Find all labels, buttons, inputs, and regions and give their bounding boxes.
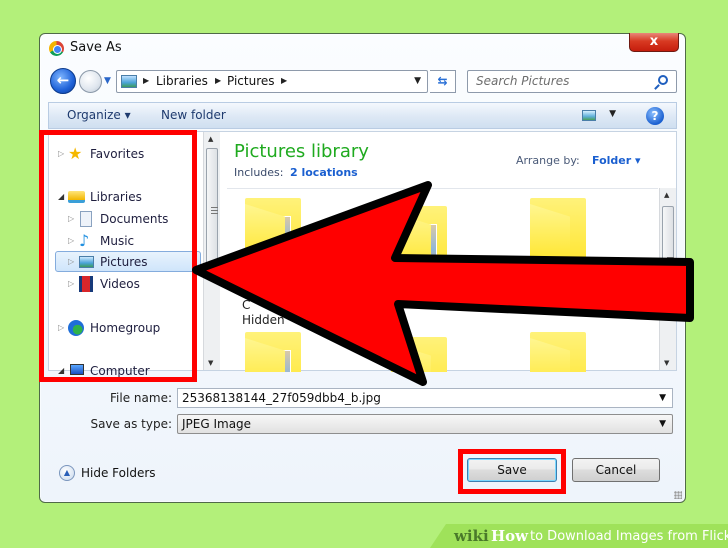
scroll-up-icon[interactable]: ▲: [664, 191, 669, 199]
navigation-bar: ← ▼ ▶ Libraries ▶ Pictures ▶ ▼ ⇆ Search …: [48, 67, 677, 95]
banner-title: to Download Images from Flickr: [530, 529, 728, 544]
folder-item[interactable]: [245, 198, 303, 274]
divider: [227, 188, 658, 189]
arrange-by-label: Arrange by:: [516, 154, 580, 167]
save-as-type-value: JPEG Image: [182, 417, 252, 431]
grip-line: [211, 207, 218, 208]
scroll-down-icon[interactable]: ▼: [208, 359, 213, 367]
scroll-down-icon[interactable]: ▼: [664, 359, 669, 367]
folder-item[interactable]: [391, 206, 449, 282]
content-scrollbar[interactable]: ▲ ▼: [659, 188, 676, 370]
scroll-thumb[interactable]: [206, 148, 218, 278]
back-button[interactable]: ←: [50, 68, 76, 94]
filename-label-wrap: File name:: [40, 388, 172, 408]
title-bar: Save As x: [40, 33, 685, 62]
type-dropdown-icon[interactable]: ▼: [659, 415, 666, 433]
save-as-type-label: Save as type:: [90, 417, 172, 431]
save-as-type-select[interactable]: JPEG Image ▼: [177, 414, 673, 434]
folder-item[interactable]: [530, 198, 588, 274]
grip-line: [667, 263, 674, 264]
command-toolbar: Organize ▾ New folder ▼ ?: [48, 102, 677, 129]
grip-line: [211, 210, 218, 211]
window-title: Save As: [70, 40, 122, 55]
recent-pages-dropdown[interactable]: ▼: [104, 76, 111, 86]
folder-item[interactable]: [391, 337, 449, 372]
forward-button[interactable]: [79, 70, 102, 93]
breadcrumb-separator-icon[interactable]: ▶: [281, 76, 287, 85]
navigation-scrollbar[interactable]: ▲ ▼: [203, 132, 220, 370]
content-pane: Pictures library Includes: 2 locations A…: [221, 132, 676, 372]
breadcrumb-libraries[interactable]: Libraries: [156, 74, 208, 88]
folder-item[interactable]: [245, 332, 303, 372]
library-title: Pictures library: [234, 141, 369, 162]
address-bar[interactable]: ▶ Libraries ▶ Pictures ▶ ▼: [116, 70, 428, 93]
organize-button[interactable]: Organize ▾: [67, 108, 131, 122]
view-options-dropdown[interactable]: ▼: [609, 109, 616, 119]
close-button[interactable]: x: [629, 33, 679, 52]
includes-label: Includes:: [234, 166, 284, 179]
change-view-icon[interactable]: [582, 110, 596, 121]
search-placeholder: Search Pictures: [476, 74, 570, 88]
breadcrumb-pictures[interactable]: Pictures: [227, 74, 275, 88]
filename-dropdown-icon[interactable]: ▼: [659, 389, 666, 407]
folder-label-realtimes[interactable]: RealTimes: [529, 297, 591, 311]
grip-line: [667, 260, 674, 261]
resize-grip[interactable]: [674, 491, 682, 499]
new-folder-button[interactable]: New folder: [161, 108, 226, 122]
type-label-wrap: Save as type:: [40, 414, 172, 434]
filename-value: 25368138144_27f059dbb4_b.jpg: [182, 391, 381, 405]
wikihow-banner: wiki How to Download Images from Flickr: [430, 524, 728, 548]
save-button[interactable]: Save: [467, 458, 557, 482]
breadcrumb-separator-icon[interactable]: ▶: [215, 76, 221, 85]
search-icon[interactable]: [658, 75, 668, 85]
help-icon[interactable]: ?: [646, 107, 664, 125]
cancel-button[interactable]: Cancel: [572, 458, 660, 482]
banner-wiki: wiki: [454, 527, 489, 545]
hide-folders-icon[interactable]: ▲: [59, 465, 75, 481]
filename-label: File name:: [110, 391, 172, 405]
folder-item[interactable]: [530, 332, 588, 372]
grip-line: [211, 213, 218, 214]
chrome-icon: [49, 41, 64, 56]
refresh-icon: ⇆: [437, 74, 448, 88]
scroll-thumb[interactable]: [662, 206, 674, 316]
grip-line: [667, 257, 674, 258]
pictures-location-icon: [121, 75, 137, 88]
hide-folders-button[interactable]: Hide Folders: [81, 466, 156, 480]
arrange-by-dropdown[interactable]: Folder ▾: [592, 154, 641, 167]
folder-label[interactable]: Hidden: [242, 313, 285, 327]
back-arrow-icon: ←: [56, 71, 70, 89]
filename-input[interactable]: 25368138144_27f059dbb4_b.jpg ▼: [177, 388, 673, 408]
sidebar-highlight: [39, 130, 197, 382]
refresh-button[interactable]: ⇆: [430, 70, 456, 93]
search-input[interactable]: Search Pictures: [467, 70, 677, 93]
breadcrumb-separator-icon[interactable]: ▶: [143, 76, 149, 85]
scroll-up-icon[interactable]: ▲: [208, 135, 213, 143]
address-dropdown-icon[interactable]: ▼: [414, 76, 421, 86]
banner-how: How: [491, 527, 529, 545]
folder-label[interactable]: C: [242, 298, 250, 312]
locations-link[interactable]: 2 locations: [290, 166, 358, 179]
